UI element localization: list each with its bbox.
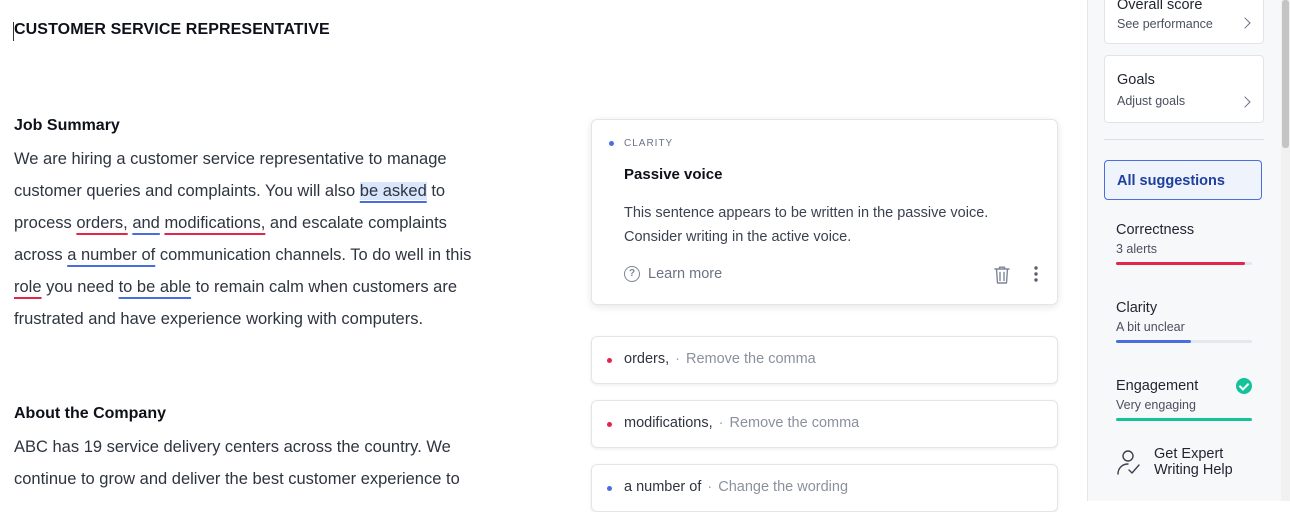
progress-fill <box>1116 418 1252 421</box>
category-engagement[interactable]: Engagement Very engaging <box>1116 378 1252 421</box>
clarity-dot <box>607 486 612 491</box>
about-company-heading[interactable]: About the Company <box>14 405 166 423</box>
correctness-dot <box>607 358 612 363</box>
flagged-a-number-of[interactable]: a number of <box>67 246 155 264</box>
mini-card-word: orders, <box>624 351 670 367</box>
more-vertical-icon[interactable] <box>1033 265 1039 283</box>
text-line: frustrated and have experience working w… <box>14 310 424 328</box>
assistant-sidebar: Overall score See performance Goals Adju… <box>1087 0 1290 501</box>
flagged-role[interactable]: role <box>14 278 42 296</box>
person-check-icon <box>1117 450 1140 475</box>
mini-card-word: modifications, <box>624 415 713 431</box>
correctness-dot <box>607 422 612 427</box>
overall-score-button[interactable]: Overall score See performance <box>1104 0 1264 44</box>
flagged-orders-comma[interactable]: orders, <box>76 214 127 232</box>
category-status: Very engaging <box>1116 398 1196 412</box>
chevron-right-icon <box>1239 17 1251 29</box>
divider <box>1104 139 1264 140</box>
suggestion-card-passive-voice[interactable]: CLARITY Passive voice This sentence appe… <box>591 119 1058 305</box>
goals-subtitle: Adjust goals <box>1117 94 1186 108</box>
chevron-right-icon <box>1239 96 1251 108</box>
category-name: Clarity <box>1116 300 1158 316</box>
job-summary-paragraph[interactable]: We are hiring a customer service represe… <box>14 143 554 335</box>
text-line: continue to grow and deliver the best cu… <box>14 470 460 488</box>
text-line: ABC has 19 service delivery centers acro… <box>14 438 451 456</box>
flagged-passive-voice[interactable]: be asked <box>359 182 427 200</box>
suggestion-card-modifications-comma[interactable]: modifications, · Remove the comma <box>591 400 1058 448</box>
progress-fill <box>1116 340 1191 343</box>
job-summary-heading[interactable]: Job Summary <box>14 117 120 135</box>
text-line: role you need to be able to remain calm … <box>14 278 457 296</box>
category-status: 3 alerts <box>1116 242 1157 256</box>
suggestion-description: This sentence appears to be written in t… <box>624 205 989 245</box>
overall-score-subtitle: See performance <box>1117 17 1213 31</box>
mini-card-action: Remove the comma <box>729 415 860 431</box>
question-circle-icon: ? <box>624 266 640 282</box>
category-name: Correctness <box>1116 222 1195 238</box>
scrollbar-thumb[interactable] <box>1282 0 1289 148</box>
goals-button[interactable]: Goals Adjust goals <box>1104 55 1264 123</box>
trash-icon[interactable] <box>993 265 1011 285</box>
category-name: Engagement <box>1116 378 1199 394</box>
flagged-modifications-comma[interactable]: modifications, <box>164 214 265 232</box>
text-line: process orders, and modifications, and e… <box>14 214 447 232</box>
suggestion-card-a-number-of[interactable]: a number of · Change the wording <box>591 464 1058 512</box>
suggestion-title: Passive voice <box>624 166 723 183</box>
check-circle-icon <box>1236 378 1252 394</box>
learn-more-link[interactable]: ? Learn more <box>624 266 722 282</box>
mini-card-word: a number of <box>624 479 702 495</box>
category-progress-bar <box>1116 262 1252 265</box>
document-title[interactable]: CUSTOMER SERVICE REPRESENTATIVE <box>14 21 330 39</box>
overall-score-title: Overall score <box>1117 0 1203 13</box>
mini-card-action: Change the wording <box>718 479 849 495</box>
text-line: We are hiring a customer service represe… <box>14 150 447 168</box>
suggestion-card-orders-comma[interactable]: orders, · Remove the comma <box>591 336 1058 384</box>
category-progress-bar <box>1116 340 1252 343</box>
text-line: across a number of communication channel… <box>14 246 472 264</box>
suggestion-category: CLARITY <box>624 138 674 149</box>
category-status: A bit unclear <box>1116 320 1185 334</box>
mini-card-action: Remove the comma <box>685 351 816 367</box>
clarity-dot <box>609 141 614 146</box>
all-suggestions-tab[interactable]: All suggestions <box>1104 160 1262 200</box>
text-line: customer queries and complaints. You wil… <box>14 182 446 200</box>
expert-writing-help-button[interactable]: Get Expert Writing Help <box>1116 446 1233 478</box>
flagged-and[interactable]: and <box>132 214 160 232</box>
category-correctness[interactable]: Correctness 3 alerts <box>1116 222 1252 265</box>
about-company-paragraph[interactable]: ABC has 19 service delivery centers acro… <box>14 431 554 495</box>
category-progress-bar <box>1116 418 1252 421</box>
progress-fill <box>1116 262 1246 265</box>
flagged-to-be-able[interactable]: to be able <box>119 278 191 296</box>
goals-title: Goals <box>1117 72 1155 88</box>
category-clarity[interactable]: Clarity A bit unclear <box>1116 300 1252 343</box>
